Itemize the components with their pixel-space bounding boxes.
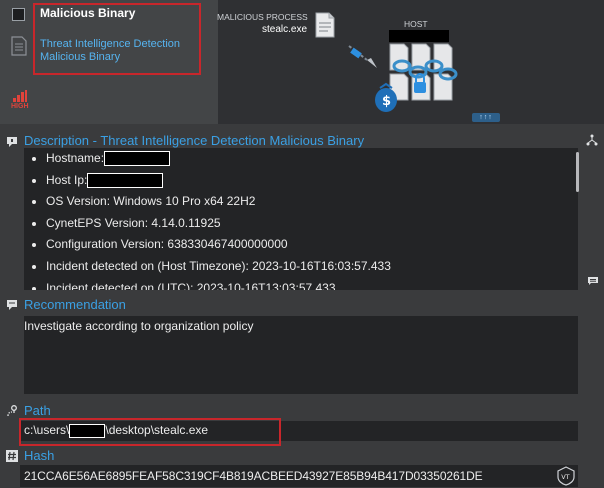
exe-file-icon bbox=[315, 12, 335, 38]
malicious-process-label: MALICIOUS PROCESS bbox=[217, 12, 308, 22]
list-item: Incident detected on (Host Timezone): 20… bbox=[46, 256, 578, 278]
path-icon bbox=[7, 405, 17, 417]
description-scrollbar[interactable] bbox=[576, 152, 579, 192]
svg-text:VT: VT bbox=[561, 473, 569, 481]
host-label: HOST bbox=[404, 19, 428, 29]
description-list: Hostname: Host Ip: OS Version: Windows 1… bbox=[24, 148, 578, 290]
svg-text:$: $ bbox=[382, 94, 391, 109]
severity-bars-icon bbox=[13, 90, 27, 102]
list-item: OS Version: Windows 10 Pro x64 22H2 bbox=[46, 191, 578, 213]
path-title: Path bbox=[24, 403, 51, 418]
hash-field[interactable]: 21CCA6E56AE6895FEAF58C319CF4B819ACBEED43… bbox=[20, 465, 578, 487]
list-item: Incident detected on (UTC): 2023-10-16T1… bbox=[46, 278, 578, 290]
alert-checkbox[interactable] bbox=[12, 8, 25, 21]
recommendation-text: Investigate according to organization po… bbox=[24, 319, 254, 333]
list-item: Host Ip: bbox=[46, 170, 578, 192]
alert-header-panel: Malicious Binary Threat Intelligence Det… bbox=[0, 0, 604, 124]
list-item: Hostname: bbox=[46, 148, 578, 170]
hash-value: 21CCA6E56AE6895FEAF58C319CF4B819ACBEED43… bbox=[24, 469, 483, 483]
process-name: stealc.exe bbox=[262, 24, 308, 35]
list-item: Configuration Version: 63833046740000000… bbox=[46, 234, 578, 256]
severity-label: HIGH bbox=[11, 103, 29, 110]
expand-button[interactable]: ↑↑↑ bbox=[472, 113, 500, 122]
description-title: Description - Threat Intelligence Detect… bbox=[24, 133, 365, 148]
description-box[interactable]: Hostname: Host Ip: OS Version: Windows 1… bbox=[24, 148, 578, 290]
document-icon bbox=[11, 36, 27, 56]
redacted-host-ip bbox=[87, 172, 164, 188]
comment-icon bbox=[7, 137, 17, 147]
alert-highlight-box bbox=[33, 3, 201, 75]
hierarchy-icon[interactable] bbox=[586, 134, 598, 146]
chat-icon[interactable] bbox=[587, 276, 599, 286]
recommendation-box: Investigate according to organization po… bbox=[24, 316, 578, 394]
hostname-redaction bbox=[389, 30, 449, 42]
recommendation-icon bbox=[7, 300, 17, 310]
path-highlight-box bbox=[19, 418, 281, 446]
redacted-hostname bbox=[104, 151, 171, 167]
hash-title: Hash bbox=[24, 448, 55, 463]
hash-icon bbox=[6, 450, 18, 462]
recommendation-title: Recommendation bbox=[24, 297, 126, 312]
virustotal-icon[interactable]: VT bbox=[556, 466, 576, 486]
locked-host-graphic: $ bbox=[375, 43, 458, 112]
list-item: CynetEPS Version: 4.14.0.11925 bbox=[46, 213, 578, 235]
